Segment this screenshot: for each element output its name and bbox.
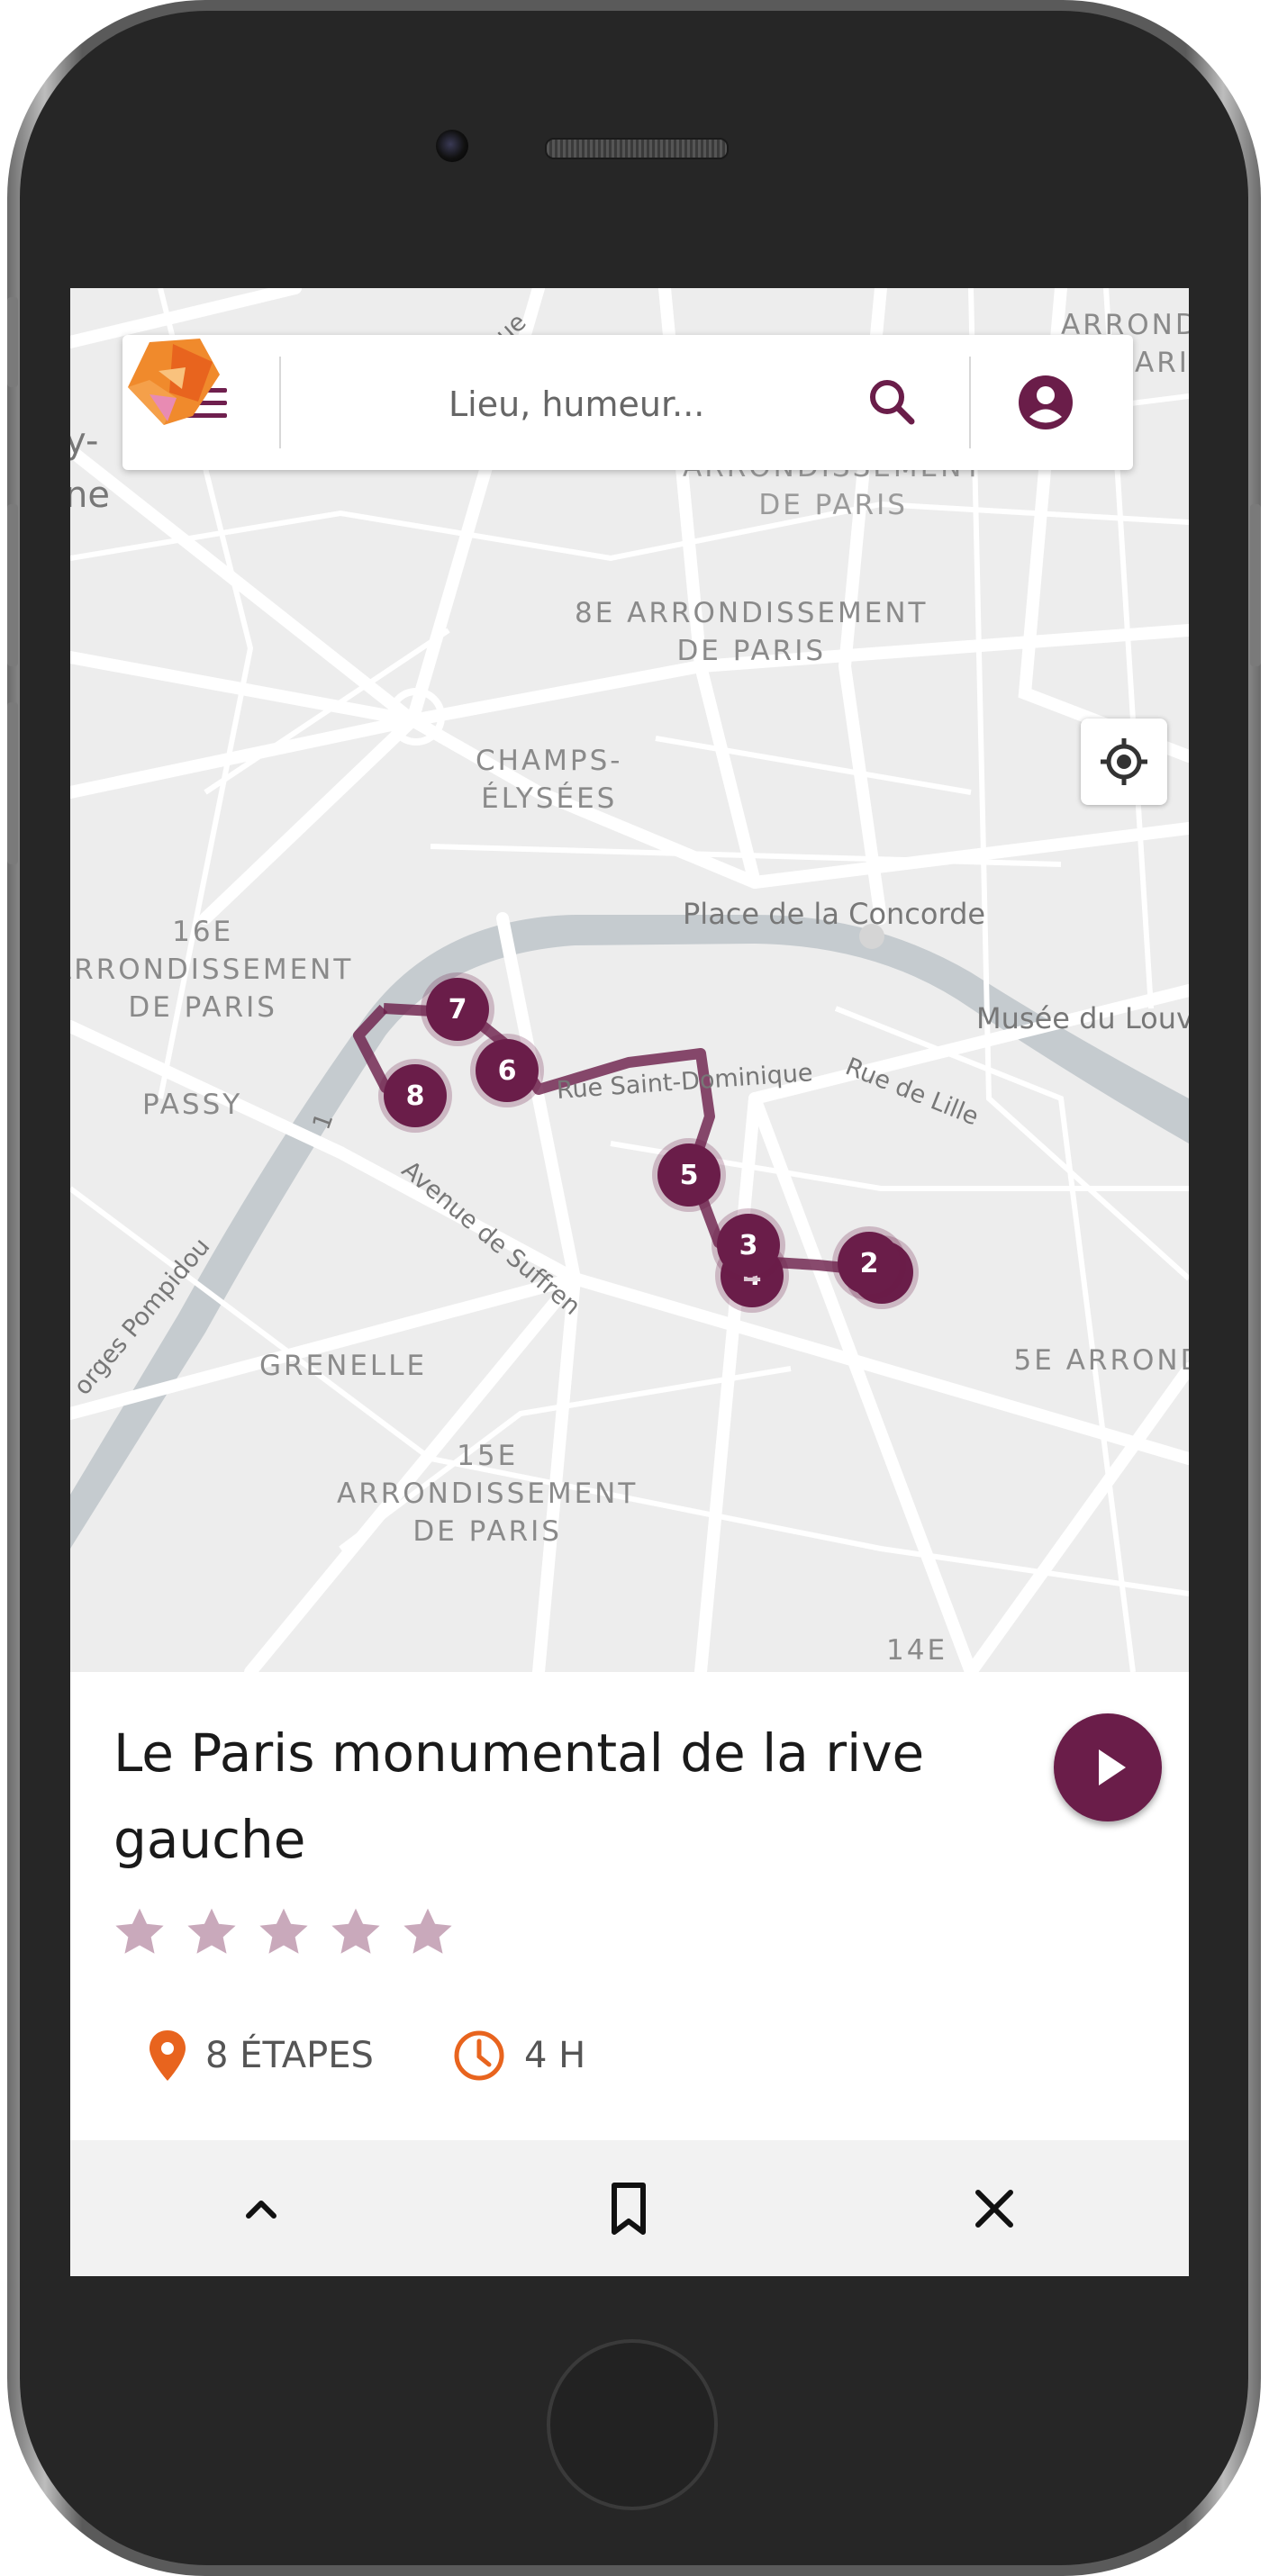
map-pin-icon: [150, 2030, 186, 2081]
search-bar-divider: [279, 357, 281, 448]
map-label-16e-arrondissement: 16E ARRONDISSEMENT DE PARIS: [70, 916, 354, 1024]
play-button[interactable]: [1054, 1713, 1162, 1821]
close-icon: [975, 2190, 1013, 2228]
map-label-15e-arrondissement: 15E ARRONDISSEMENT DE PARIS: [337, 1440, 639, 1548]
star-icon: [259, 1908, 308, 1954]
route-marker-8[interactable]: 8: [384, 1064, 447, 1127]
search-bar-divider: [969, 357, 971, 448]
power-button: [1250, 504, 1261, 666]
map-label-grenelle: GRENELLE: [259, 1350, 428, 1382]
map-label-champs-elysees: CHAMPS- ÉLYSÉES: [476, 745, 623, 815]
front-camera: [436, 130, 468, 162]
map-label-left-edge: y- ne: [70, 420, 110, 516]
clock-icon: [454, 2030, 504, 2081]
route-marker-2[interactable]: 2: [838, 1232, 901, 1295]
bookmark-icon: [612, 2183, 646, 2235]
earpiece-speaker: [545, 138, 729, 159]
route-marker-3[interactable]: 3: [717, 1214, 780, 1277]
route-steps: 8 ÉTAPES: [148, 2029, 374, 2083]
volume-down-button: [7, 702, 18, 864]
map-label-14e: 14E: [886, 1634, 948, 1667]
search-icon: [870, 380, 915, 425]
my-location-icon: [1101, 738, 1147, 785]
star-rating[interactable]: [112, 1904, 456, 1960]
bottom-action-bar: [70, 2140, 1189, 2276]
map-label-musee-louvre: Musée du Louvre: [976, 1001, 1189, 1035]
play-icon: [1099, 1749, 1126, 1785]
home-button[interactable]: [547, 2339, 718, 2510]
star-icon: [187, 1908, 236, 1954]
star-icon: [115, 1908, 164, 1954]
map-label-8e-arrondissement: 8E ARRONDISSEMENT DE PARIS: [575, 597, 929, 667]
route-steps-label: 8 ÉTAPES: [205, 2035, 374, 2076]
search-input[interactable]: [447, 376, 829, 432]
app-logo: [128, 339, 220, 425]
volume-up-button: [7, 504, 18, 666]
map-view[interactable]: 8E ARRONDISSEMENT DE PARIS ARRONDISSEMEN…: [70, 288, 1189, 1672]
star-icon: [403, 1908, 452, 1954]
chevron-up-icon: [246, 2201, 276, 2219]
map-label-place-concorde: Place de la Concorde: [683, 897, 986, 931]
account-circle-icon: [1019, 375, 1073, 429]
close-button[interactable]: [958, 2173, 1030, 2245]
app-screen: 8E ARRONDISSEMENT DE PARIS ARRONDISSEMEN…: [70, 288, 1189, 2276]
route-duration: 4 H: [452, 2029, 585, 2083]
bookmark-button[interactable]: [593, 2173, 665, 2245]
mute-switch: [7, 297, 18, 387]
route-card: Le Paris monumental de la rive gauche 8 …: [70, 1672, 1189, 2140]
search-bar: [122, 335, 1133, 470]
route-duration-label: 4 H: [524, 2035, 586, 2076]
route-marker-7[interactable]: 7: [426, 978, 489, 1041]
expand-button[interactable]: [225, 2173, 297, 2245]
route-marker-6[interactable]: 6: [476, 1039, 539, 1102]
search-button[interactable]: [861, 371, 924, 434]
route-marker-5[interactable]: 5: [657, 1143, 721, 1207]
route-title: Le Paris monumental de la rive gauche: [113, 1722, 925, 1870]
map-label-passy: PASSY: [142, 1089, 243, 1121]
star-icon: [331, 1908, 380, 1954]
account-button[interactable]: [1014, 371, 1077, 434]
locate-me-button[interactable]: [1081, 719, 1167, 805]
map-label-5e-arrondissement: 5E ARRONDISSEMENT DE PARIS: [1013, 1344, 1189, 1377]
